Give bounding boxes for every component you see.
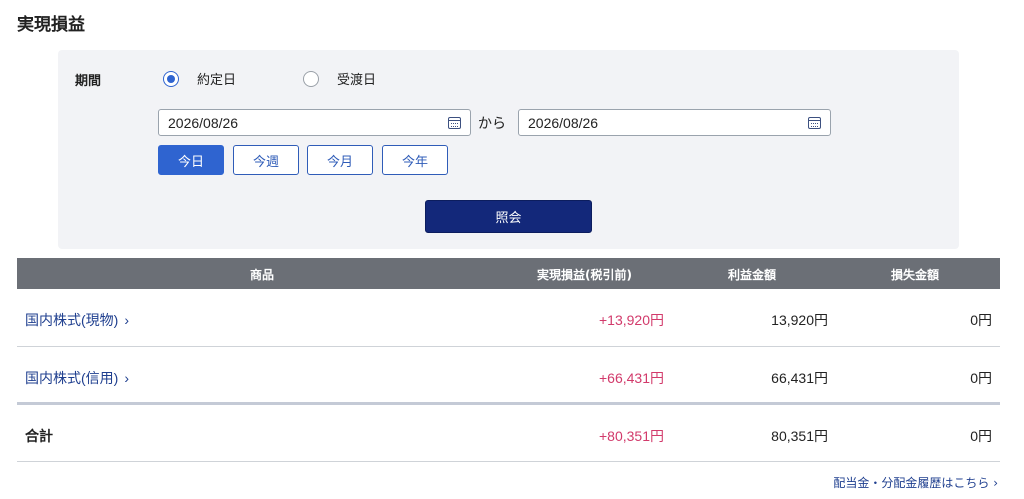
product-name: 国内株式(現物)	[25, 312, 119, 328]
total-realized-value: +80,351円	[599, 428, 664, 444]
page-title: 実現損益	[17, 15, 85, 35]
date-to-input[interactable]: 2026/08/26	[518, 109, 831, 136]
radio-contract-date[interactable]: 約定日	[163, 69, 236, 88]
radio-label: 受渡日	[337, 73, 377, 88]
inquiry-button[interactable]: 照会	[425, 200, 592, 233]
dividend-history-label: 配当金・分配金履歴はこちら	[833, 476, 990, 490]
realized-pl-table: 商品 実現損益(税引前) 利益金額 損失金額 国内株式(現物) › +13,920…	[17, 258, 1000, 462]
radio-circle[interactable]	[303, 70, 319, 87]
column-header-loss: 損失金額	[891, 268, 940, 282]
product-link-margin[interactable]: 国内株式(信用) ›	[25, 368, 129, 388]
radio-circle[interactable]	[163, 70, 179, 87]
this-year-button[interactable]: 今年	[382, 145, 448, 175]
date-to-value: 2026/08/26	[528, 115, 599, 131]
date-from-value: 2026/08/26	[168, 115, 239, 131]
table-row: 国内株式(現物) › +13,920円 13,920円 0円	[17, 289, 1000, 347]
product-name: 国内株式(信用)	[25, 370, 119, 386]
total-loss-value: 0円	[970, 428, 992, 444]
calendar-icon[interactable]	[808, 117, 821, 129]
column-header-profit: 利益金額	[728, 268, 777, 282]
loss-value: 0円	[970, 312, 992, 328]
dividend-history-link[interactable]: 配当金・分配金履歴はこちら ›	[833, 474, 998, 491]
date-from-input[interactable]: 2026/08/26	[158, 109, 471, 136]
today-button[interactable]: 今日	[158, 145, 224, 175]
chevron-right-icon: ›	[124, 370, 129, 386]
table-header: 商品 実現損益(税引前) 利益金額 損失金額	[17, 258, 1000, 289]
column-header-realized: 実現損益(税引前)	[537, 268, 632, 282]
radio-delivery-date[interactable]: 受渡日	[303, 69, 376, 88]
realized-value: +66,431円	[599, 370, 664, 386]
range-connector: から	[478, 116, 506, 132]
this-month-button[interactable]: 今月	[307, 145, 373, 175]
radio-label: 約定日	[197, 73, 237, 88]
chevron-right-icon: ›	[993, 476, 998, 490]
calendar-icon[interactable]	[448, 117, 461, 129]
column-header-product: 商品	[250, 268, 275, 282]
loss-value: 0円	[970, 370, 992, 386]
total-label: 合計	[25, 428, 53, 444]
total-profit-value: 80,351円	[771, 428, 828, 444]
chevron-right-icon: ›	[124, 312, 129, 328]
profit-value: 66,431円	[771, 370, 828, 386]
filter-panel: 期間 約定日 受渡日 2026/08/26 から 2026/08/26 今日 今…	[58, 50, 959, 249]
period-label: 期間	[75, 74, 102, 89]
this-week-button[interactable]: 今週	[233, 145, 299, 175]
product-link-spot[interactable]: 国内株式(現物) ›	[25, 310, 129, 330]
profit-value: 13,920円	[771, 312, 828, 328]
realized-value: +13,920円	[599, 312, 664, 328]
total-row: 合計 +80,351円 80,351円 0円	[17, 405, 1000, 462]
table-row: 国内株式(信用) › +66,431円 66,431円 0円	[17, 347, 1000, 405]
